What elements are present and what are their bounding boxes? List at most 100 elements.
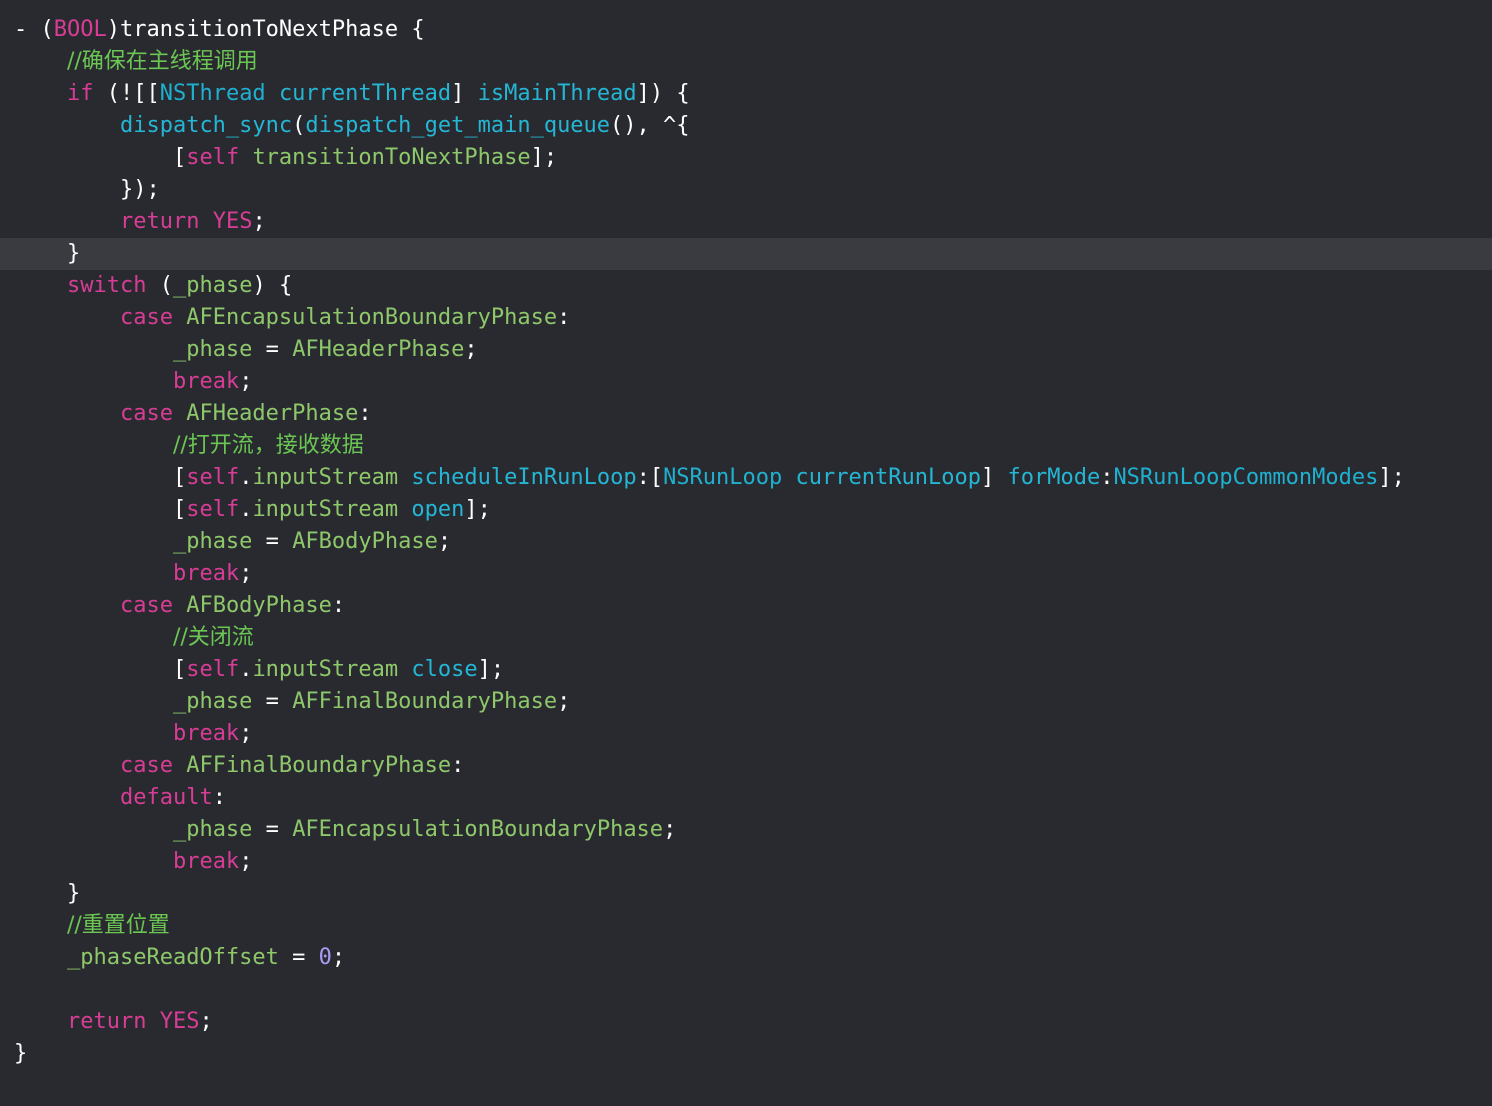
code-line[interactable]: default: (0, 782, 1492, 814)
code-punctuation: ] (980, 465, 1008, 490)
code-line[interactable]: }); (0, 174, 1492, 206)
code-line[interactable]: switch (_phase) { (0, 270, 1492, 302)
code-keyword: self (186, 465, 240, 490)
code-line[interactable]: [self.inputStream close]; (0, 654, 1492, 686)
code-line[interactable]: _phase = AFFinalBoundaryPhase; (0, 686, 1492, 718)
code-line[interactable]: _phaseReadOffset = 0; (0, 942, 1492, 974)
code-line[interactable]: //关闭流 (0, 622, 1492, 654)
code-punctuation: } (66, 881, 81, 906)
code-line[interactable]: break; (0, 846, 1492, 878)
code-punctuation: : (451, 753, 465, 778)
code-identifier: inputStream (252, 657, 399, 682)
code-punctuation (398, 465, 411, 490)
code-method: currentThread (278, 81, 452, 106)
code-punctuation (398, 657, 411, 682)
code-line[interactable]: return YES; (0, 1006, 1492, 1038)
code-line[interactable]: [self.inputStream scheduleInRunLoop:[NSR… (0, 462, 1492, 494)
code-line[interactable]: _phase = AFEncapsulationBoundaryPhase; (0, 814, 1492, 846)
code-punctuation: . (239, 465, 253, 490)
code-punctuation: }); (119, 177, 160, 202)
code-punctuation: : (331, 593, 346, 618)
code-method: close (411, 657, 478, 682)
code-line[interactable] (0, 974, 1492, 1006)
code-identifier: AFEncapsulationBoundaryPhase (186, 305, 558, 330)
code-editor[interactable]: - (BOOL)transitionToNextPhase { //确保在主线程… (0, 0, 1492, 1106)
code-line[interactable]: [self.inputStream open]; (0, 494, 1492, 526)
code-line[interactable]: //确保在主线程调用 (0, 46, 1492, 78)
code-keyword: YES (159, 1009, 200, 1034)
code-type: NSRunLoopCommonModes (1113, 465, 1379, 490)
code-keyword: case (119, 593, 173, 618)
code-punctuation: : (212, 785, 226, 810)
code-identifier: inputStream (252, 465, 399, 490)
code-punctuation: :[ (636, 465, 664, 490)
code-punctuation: ; (239, 849, 253, 874)
code-line[interactable]: [self transitionToNextPhase]; (0, 142, 1492, 174)
code-identifier: AFBodyPhase (292, 529, 438, 554)
code-punctuation: : (557, 305, 571, 330)
code-line[interactable]: //打开流，接收数据 (0, 430, 1492, 462)
code-identifier: _phase (172, 337, 253, 362)
code-punctuation: ; (239, 561, 253, 586)
code-line[interactable]: - (BOOL)transitionToNextPhase { (0, 14, 1492, 46)
code-punctuation: [ (172, 145, 187, 170)
code-keyword: if (66, 81, 94, 106)
code-lines[interactable]: - (BOOL)transitionToNextPhase { //确保在主线程… (0, 14, 1492, 1070)
code-keyword: self (186, 145, 240, 170)
code-identifier: _phase (172, 273, 253, 298)
code-punctuation: : (1100, 465, 1114, 490)
code-keyword: break (172, 721, 240, 746)
code-line[interactable]: dispatch_sync(dispatch_get_main_queue(),… (0, 110, 1492, 142)
code-line[interactable]: } (0, 878, 1492, 910)
code-punctuation: [ (172, 657, 187, 682)
code-identifier: AFFinalBoundaryPhase (186, 753, 452, 778)
code-keyword: break (172, 561, 240, 586)
code-identifier: transitionToNextPhase (252, 145, 531, 170)
code-keyword: case (119, 401, 173, 426)
code-punctuation: ; (331, 945, 346, 970)
code-identifier: inputStream (252, 497, 399, 522)
code-line[interactable]: break; (0, 718, 1492, 750)
code-keyword: switch (66, 273, 147, 298)
code-line[interactable]: return YES; (0, 206, 1492, 238)
code-punctuation: } (14, 1041, 28, 1066)
code-identifier: _phaseReadOffset (66, 945, 279, 970)
code-punctuation: ) { (252, 273, 293, 298)
code-identifier: _phase (172, 529, 253, 554)
code-line[interactable]: } (0, 1038, 1492, 1070)
code-punctuation: = (252, 689, 293, 714)
code-line[interactable]: break; (0, 366, 1492, 398)
code-line[interactable]: case AFFinalBoundaryPhase: (0, 750, 1492, 782)
code-line[interactable]: case AFBodyPhase: (0, 590, 1492, 622)
code-punctuation: = (252, 817, 293, 842)
code-punctuation: = (252, 337, 293, 362)
code-keyword: return (119, 209, 200, 234)
code-line[interactable]: case AFHeaderPhase: (0, 398, 1492, 430)
code-keyword: self (186, 497, 240, 522)
code-line[interactable]: break; (0, 558, 1492, 590)
code-keyword: break (172, 849, 240, 874)
code-identifier: AFFinalBoundaryPhase (292, 689, 558, 714)
code-punctuation: : (358, 401, 372, 426)
code-punctuation: )transitionToNextPhase { (106, 17, 425, 42)
code-line[interactable]: _phase = AFBodyPhase; (0, 526, 1492, 558)
code-punctuation: ] (451, 81, 478, 106)
code-comment: //打开流，接收数据 (172, 433, 364, 458)
code-punctuation (146, 1009, 159, 1034)
code-identifier: AFEncapsulationBoundaryPhase (292, 817, 664, 842)
code-punctuation: - ( (14, 17, 54, 42)
code-punctuation (782, 465, 795, 490)
code-punctuation: ]; (1378, 465, 1405, 490)
code-punctuation: ; (663, 817, 677, 842)
code-punctuation: . (239, 657, 253, 682)
code-comment: //关闭流 (172, 625, 254, 650)
code-line-current[interactable]: } (0, 238, 1492, 270)
code-line[interactable]: if (![[NSThread currentThread] isMainThr… (0, 78, 1492, 110)
code-method: scheduleInRunLoop (411, 465, 637, 490)
code-line[interactable]: case AFEncapsulationBoundaryPhase: (0, 302, 1492, 334)
code-method: dispatch_get_main_queue (305, 113, 611, 138)
code-line[interactable]: _phase = AFHeaderPhase; (0, 334, 1492, 366)
code-punctuation: ; (557, 689, 571, 714)
code-line[interactable]: //重置位置 (0, 910, 1492, 942)
code-punctuation: (), ^{ (610, 113, 690, 138)
